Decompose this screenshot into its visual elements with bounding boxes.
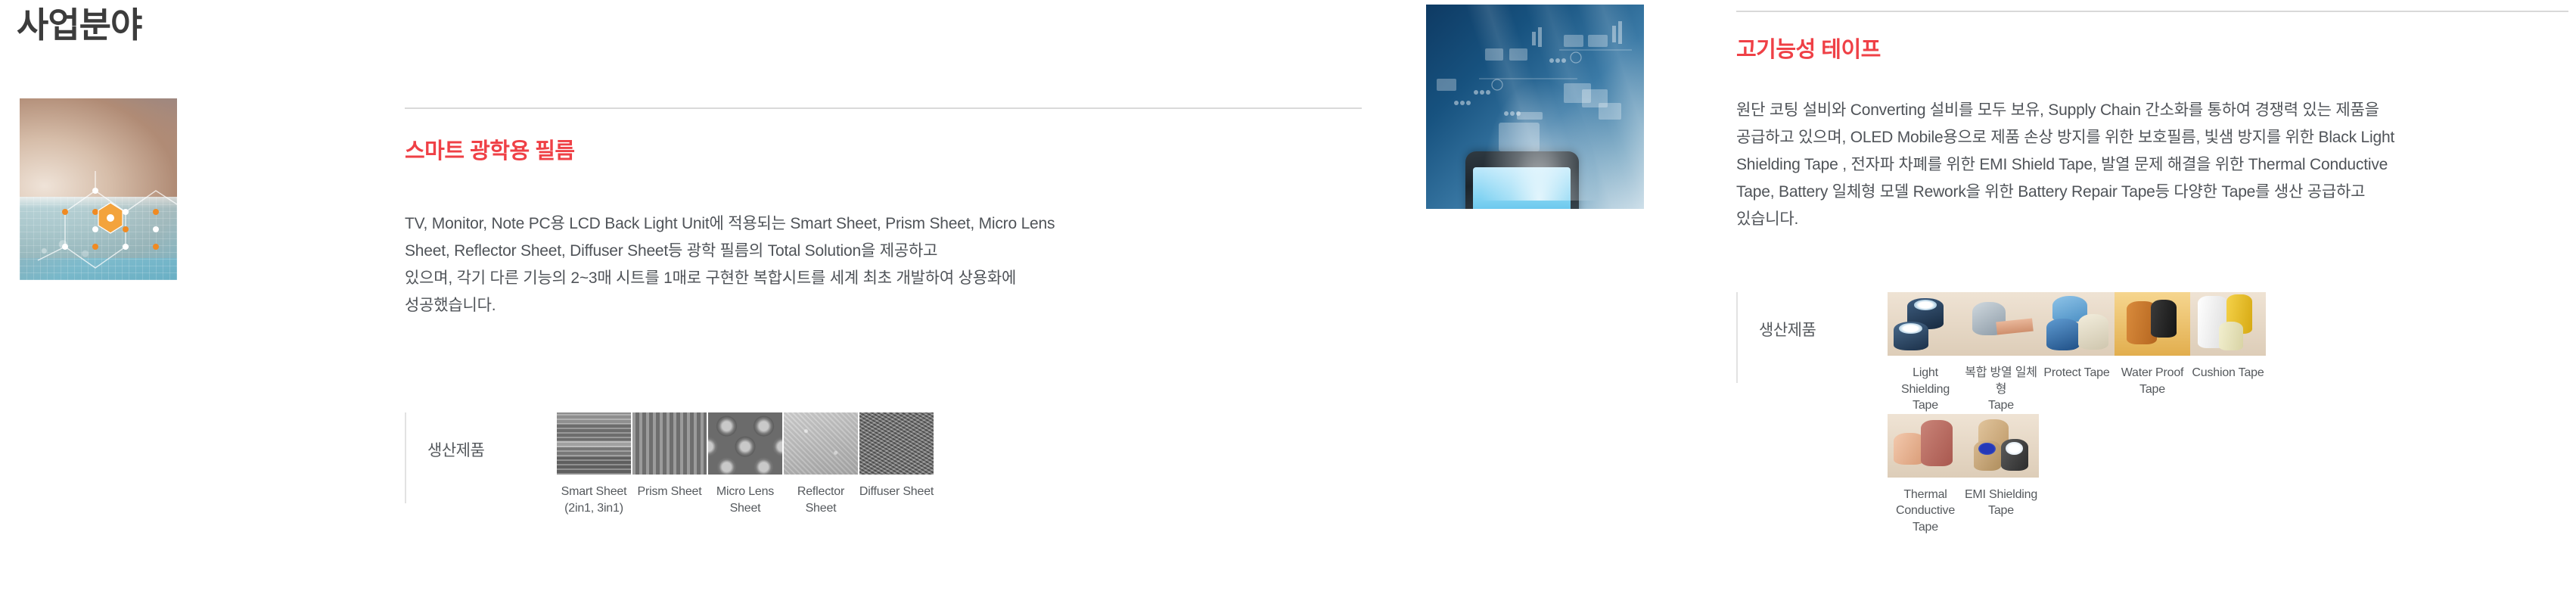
product-item-diffuser-sheet[interactable]: Diffuser Sheet xyxy=(859,412,934,516)
thermal-conductive-tape-thumb xyxy=(1888,413,1963,478)
light-shielding-tape-thumb xyxy=(1888,292,1963,356)
product-caption: EMI Shielding Tape xyxy=(1964,487,2038,518)
production-label: 생산제품 xyxy=(427,442,485,459)
product-item-prism-sheet[interactable]: Prism Sheet xyxy=(632,412,707,516)
product-caption: Protect Tape xyxy=(2043,366,2110,379)
micro-lens-sheet-thumb xyxy=(708,412,782,475)
page-title: 사업분야 xyxy=(17,5,142,45)
smart-film-hero-image xyxy=(20,98,177,280)
hybrid-heat-dissipation-tape-thumb xyxy=(1963,292,2039,356)
section-smart-optical-film: 스마트 광학용 필름 TV, Monitor, Note PC용 LCD Bac… xyxy=(405,0,1388,610)
product-grid: Smart Sheet (2in1, 3in1) Prism Sheet Mic… xyxy=(556,412,934,516)
world-map-overlay xyxy=(29,226,114,273)
section-body: 원단 코팅 설비와 Converting 설비를 모두 보유, Supply C… xyxy=(1736,101,2395,229)
product-caption: Micro Lens Sheet xyxy=(716,485,775,515)
production-products-block: 생산제품 Light Shielding Tape 복합 방열 일체형 Tape xyxy=(1736,292,2281,536)
diffuser-sheet-thumb xyxy=(859,412,934,475)
protect-tape-thumb xyxy=(2039,292,2115,356)
water-proof-tape-thumb xyxy=(2115,292,2190,356)
product-item-thermal-conductive-tape[interactable]: Thermal Conductive Tape xyxy=(1888,413,1963,536)
product-item-protect-tape[interactable]: Protect Tape xyxy=(2039,292,2115,414)
product-item-light-shielding-tape[interactable]: Light Shielding Tape xyxy=(1888,292,1963,414)
section-body: TV, Monitor, Note PC용 LCD Back Light Uni… xyxy=(405,215,1055,315)
product-caption: Prism Sheet xyxy=(637,485,702,498)
product-caption: Water Proof Tape xyxy=(2121,366,2184,396)
emi-shielding-tape-thumb xyxy=(1963,413,2039,478)
product-item-micro-lens-sheet[interactable]: Micro Lens Sheet xyxy=(707,412,783,516)
product-item-hybrid-heat-dissipation-tape[interactable]: 복합 방열 일체형 Tape xyxy=(1963,292,2039,414)
screen-glow xyxy=(1478,73,1601,201)
product-item-water-proof-tape[interactable]: Water Proof Tape xyxy=(2115,292,2190,414)
cushion-tape-thumb xyxy=(2190,292,2266,356)
product-caption: Light Shielding Tape xyxy=(1900,366,1950,412)
section-high-performance-tape: 고기능성 테이프 원단 코팅 설비와 Converting 설비를 모두 보유,… xyxy=(1736,0,2568,610)
product-item-cushion-tape[interactable]: Cushion Tape xyxy=(2190,292,2266,414)
product-caption: Smart Sheet (2in1, 3in1) xyxy=(561,485,627,515)
section-title: 스마트 광학용 필름 xyxy=(405,139,575,163)
production-label-cell: 생산제품 xyxy=(1736,292,1888,383)
product-caption: Diffuser Sheet xyxy=(859,485,934,498)
production-label: 생산제품 xyxy=(1759,322,1816,339)
reflector-sheet-thumb xyxy=(784,412,858,475)
section-divider xyxy=(405,107,1362,109)
product-item-emi-shielding-tape[interactable]: EMI Shielding Tape xyxy=(1963,413,2039,536)
product-item-smart-sheet[interactable]: Smart Sheet (2in1, 3in1) xyxy=(556,412,632,516)
tape-hero-image xyxy=(1426,5,1644,209)
production-label-cell: 생산제품 xyxy=(405,412,556,503)
section-divider xyxy=(1736,11,2568,12)
product-grid: Light Shielding Tape 복합 방열 일체형 Tape Prot… xyxy=(1888,292,2281,536)
product-caption: 복합 방열 일체형 Tape xyxy=(1965,366,2037,412)
section-title: 고기능성 테이프 xyxy=(1736,38,1881,62)
smart-sheet-thumb xyxy=(557,412,631,475)
prism-sheet-thumb xyxy=(632,412,707,475)
business-areas-page: 사업분야 스마트 광학용 필름 TV, Monitor, Note PC용 LC… xyxy=(0,0,2576,610)
product-caption: Reflector Sheet xyxy=(797,485,845,515)
production-products-block: 생산제품 Smart Sheet (2in1, 3in1) Prism Shee… xyxy=(405,412,934,516)
product-item-reflector-sheet[interactable]: Reflector Sheet xyxy=(783,412,859,516)
product-caption: Cushion Tape xyxy=(2192,366,2264,379)
product-caption: Thermal Conductive Tape xyxy=(1895,487,1956,534)
